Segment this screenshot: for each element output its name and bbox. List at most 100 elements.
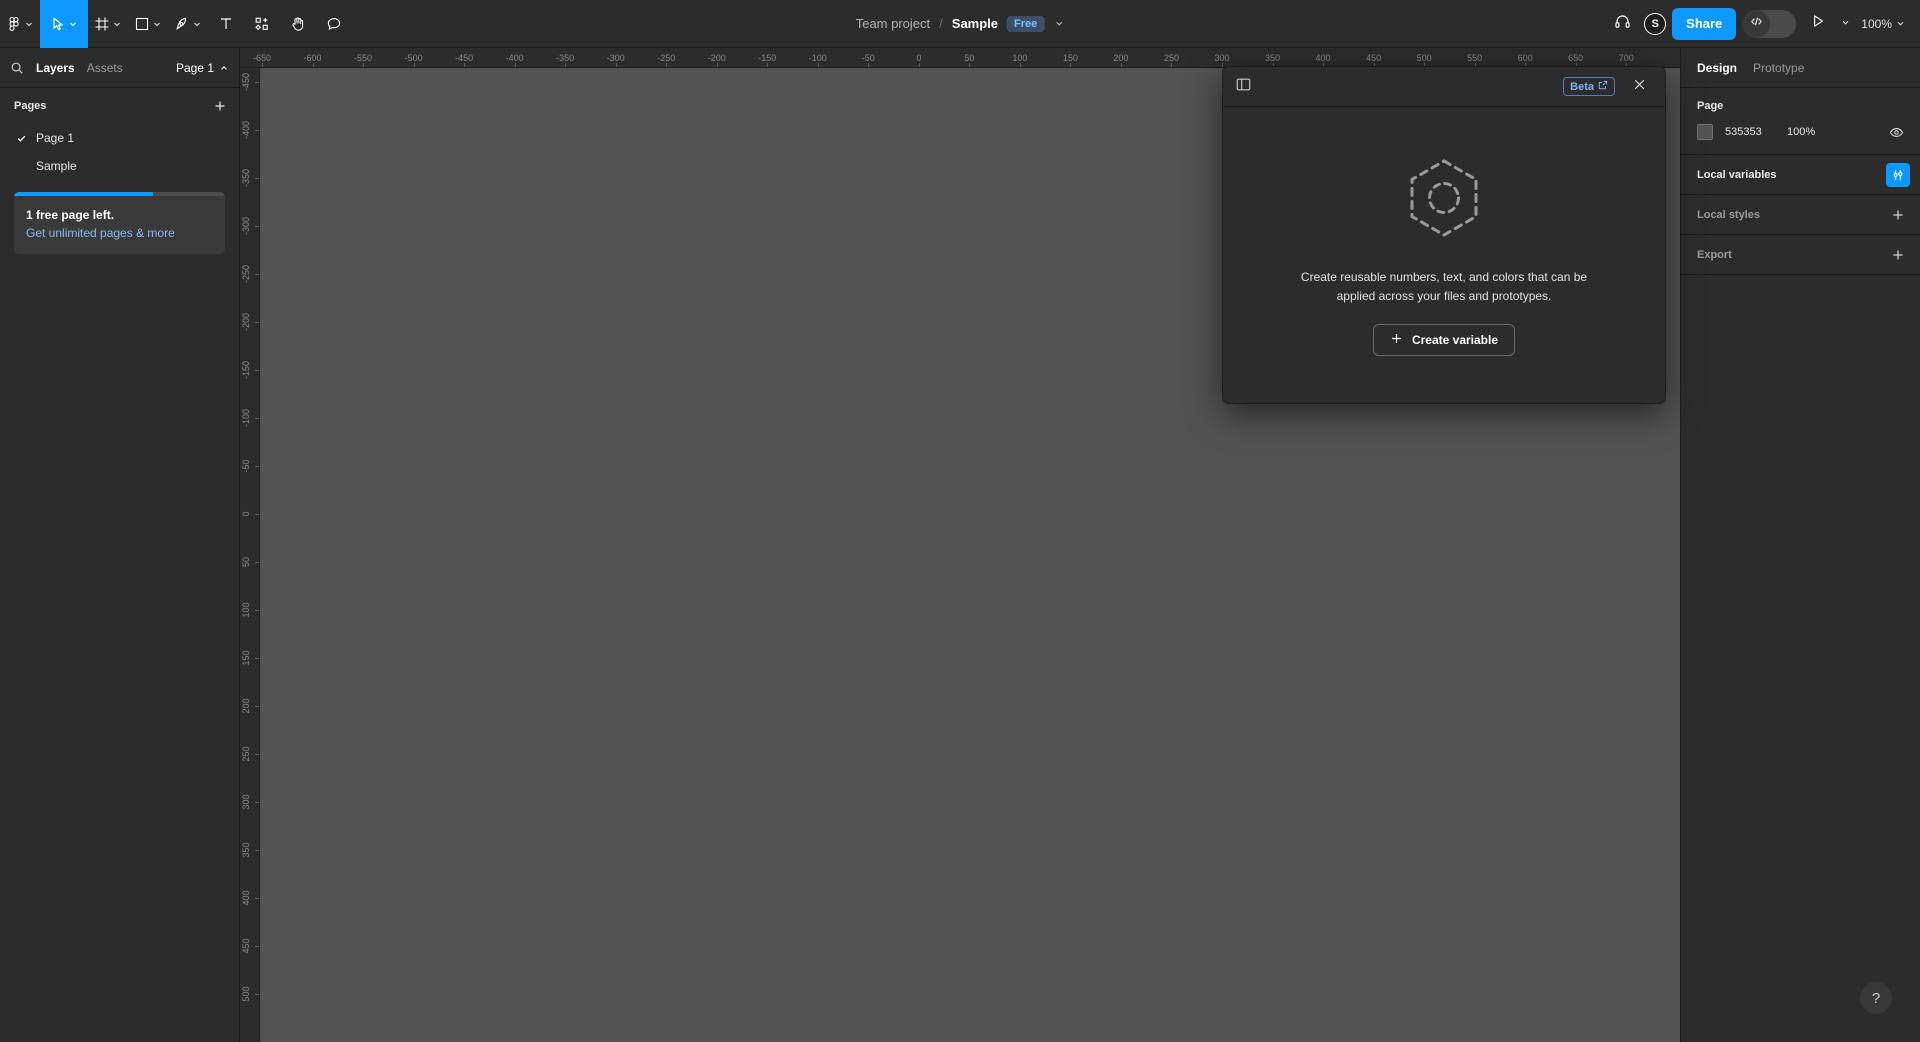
zoom-level-control[interactable]: 100% (1857, 17, 1910, 31)
ruler-h-tick-label: 450 (1366, 53, 1382, 63)
add-page-button[interactable] (213, 99, 227, 113)
chevron-down-icon (1897, 21, 1904, 26)
page-background-row: 535353 100% (1697, 124, 1904, 140)
ruler-v-tick-mark (255, 225, 259, 227)
variables-sliders-icon (1886, 162, 1910, 187)
breadcrumb-separator: / (939, 16, 943, 31)
tab-design[interactable]: Design (1697, 61, 1737, 75)
share-button[interactable]: Share (1672, 7, 1737, 40)
figma-logo-icon (6, 16, 22, 32)
page-color-opacity[interactable]: 100% (1787, 126, 1815, 138)
ruler-v-tick-mark (255, 609, 259, 611)
page-item-label: Sample (36, 159, 77, 173)
left-sidebar: Layers Assets Page 1 Pages Page 1 Sample (0, 48, 240, 1042)
breadcrumb-file-name[interactable]: Sample (952, 16, 998, 31)
ruler-h-tick-label: -600 (303, 53, 322, 63)
tab-prototype[interactable]: Prototype (1753, 61, 1804, 75)
avatar[interactable]: S (1644, 12, 1667, 35)
ruler-v-tick-mark (255, 705, 259, 707)
present-options-chevron-icon[interactable] (1840, 15, 1851, 33)
local-styles-row[interactable]: Local styles (1681, 195, 1920, 235)
ruler-v-tick-label: 500 (241, 986, 251, 1002)
ruler-h-tick-mark (918, 63, 920, 67)
comment-tool-button[interactable] (316, 0, 352, 48)
resources-tool-button[interactable] (244, 0, 280, 48)
search-icon[interactable] (10, 61, 24, 75)
ruler-h-tick-mark (716, 63, 718, 67)
ruler-h-tick-mark (413, 63, 415, 67)
page-color-hex[interactable]: 535353 (1725, 126, 1787, 138)
present-button[interactable] (1802, 8, 1834, 40)
modal-close-button[interactable] (1623, 71, 1655, 103)
ruler-h-tick-mark (1171, 63, 1173, 67)
plan-badge-free[interactable]: Free (1007, 15, 1045, 32)
ruler-v-tick-mark (255, 417, 259, 419)
move-tool-button[interactable] (40, 0, 88, 48)
ruler-h-tick-mark (1120, 63, 1122, 67)
beta-badge[interactable]: Beta (1563, 77, 1615, 96)
tab-assets[interactable]: Assets (87, 61, 123, 75)
ruler-h-tick-label: 250 (1163, 53, 1179, 63)
frame-tool-button[interactable] (88, 0, 128, 48)
local-variables-row[interactable]: Local variables (1681, 155, 1920, 195)
chevron-down-icon (154, 22, 160, 26)
ruler-v-tick-label: 450 (241, 938, 251, 954)
vertical-ruler: -450 -400 -350 -300 -250 -200 -150 -100 -50 0 50 10… (240, 68, 260, 1042)
ruler-h-tick-mark (615, 63, 617, 67)
chevron-down-icon (70, 22, 76, 26)
ruler-v-tick-mark (255, 945, 259, 947)
local-variables-label: Local variables (1697, 168, 1777, 181)
hand-tool-button[interactable] (280, 0, 316, 48)
ruler-h-tick-mark (666, 63, 668, 67)
sidebar-tabs: Layers Assets Page 1 (0, 48, 239, 88)
page-selector[interactable]: Page 1 (176, 61, 229, 75)
empty-state-description: Create reusable numbers, text, and color… (1300, 270, 1588, 303)
eye-icon[interactable] (1889, 125, 1904, 140)
ruler-v-tick-label: -50 (241, 459, 251, 473)
dev-mode-toggle[interactable] (1742, 9, 1797, 38)
text-tool-button[interactable] (208, 0, 244, 48)
local-variables-open-button[interactable] (1886, 162, 1910, 187)
export-row[interactable]: Export (1681, 235, 1920, 275)
tab-layers[interactable]: Layers (36, 61, 75, 75)
page-item-sample[interactable]: Sample (0, 152, 239, 180)
ruler-h-tick-label: -350 (556, 53, 575, 63)
ruler-v-tick-label: 350 (241, 842, 251, 858)
create-variable-button[interactable]: Create variable (1372, 323, 1516, 356)
dashed-hexagon-icon (1401, 155, 1487, 246)
ruler-v-tick-mark (255, 465, 259, 467)
square-icon (134, 16, 150, 32)
ruler-h-tick-label: 150 (1062, 53, 1078, 63)
shape-tool-button[interactable] (128, 0, 168, 48)
ruler-h-tick-label: -550 (354, 53, 373, 63)
pen-tool-button[interactable] (168, 0, 208, 48)
ruler-h-tick-label: 500 (1416, 53, 1432, 63)
audio-call-button[interactable] (1606, 8, 1638, 40)
add-export-button[interactable] (1886, 243, 1910, 267)
file-menu-chevron-icon[interactable] (1053, 18, 1064, 29)
chevron-down-icon (194, 22, 200, 26)
export-label: Export (1697, 248, 1732, 261)
add-local-style-button[interactable] (1886, 203, 1910, 227)
plus-icon (1886, 243, 1910, 267)
breadcrumb: Team project / Sample Free (856, 15, 1065, 32)
page-item-label: Page 1 (36, 131, 75, 145)
page-item-page-1[interactable]: Page 1 (0, 124, 239, 152)
ruler-v-tick-label: 100 (241, 602, 251, 618)
ruler-v-tick-mark (255, 369, 259, 371)
plus-icon (1390, 332, 1403, 348)
ruler-h-tick-label: 700 (1618, 53, 1634, 63)
promo-upgrade-link[interactable]: Get unlimited pages & more (26, 226, 213, 240)
ruler-h-tick-mark (1070, 63, 1072, 67)
chevron-down-icon (114, 22, 120, 26)
ruler-h-tick-label: 300 (1214, 53, 1230, 63)
figma-menu-button[interactable] (0, 0, 40, 48)
panel-layout-icon[interactable] (1235, 76, 1252, 98)
page-color-swatch[interactable] (1697, 124, 1713, 140)
top-toolbar: Team project / Sample Free S Share 100% (0, 0, 1920, 48)
close-x-icon (1632, 77, 1647, 97)
help-button[interactable]: ? (1860, 982, 1892, 1014)
promo-card-body: 1 free page left. Get unlimited pages & … (14, 196, 225, 254)
ruler-v-tick-mark (255, 513, 259, 515)
breadcrumb-project[interactable]: Team project (856, 16, 930, 31)
